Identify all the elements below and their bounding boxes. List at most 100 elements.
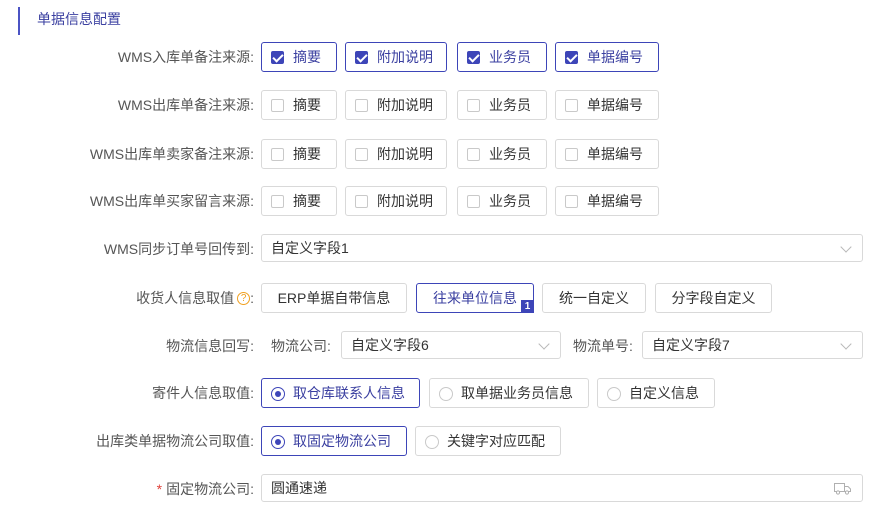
option-label: 业务员 [489,49,531,65]
fixed-logistics-company-row: * 固定物流公司: 圆通速递 [0,474,883,504]
button-label: 往来单位信息 [433,290,517,306]
wms-in-remark-option-docno[interactable]: 单据编号 [555,42,659,72]
logistics-company-label: 物流公司: [271,338,331,354]
checkbox-checked-icon [271,51,284,64]
wms-out-seller-remark-option-note[interactable]: 附加说明 [345,139,447,169]
checkbox-icon [355,195,368,208]
outbound-logistics-option-keyword[interactable]: 关键字对应匹配 [415,426,561,456]
checkbox-icon [467,195,480,208]
wms-out-buyer-msg-option-salesman[interactable]: 业务员 [457,186,547,216]
wms-out-remark-option-salesman[interactable]: 业务员 [457,90,547,120]
option-label: 取单据业务员信息 [461,385,573,401]
option-label: 业务员 [489,193,531,209]
radio-checked-icon [271,435,285,449]
option-label: 摘要 [293,146,321,162]
chevron-down-icon [840,241,852,253]
logistics-writeback-row: 物流信息回写: 物流公司: 自定义字段6 物流单号: 自定义字段7 [0,331,883,361]
tracking-number-select[interactable]: 自定义字段7 [642,331,863,359]
wms-sync-order-select[interactable]: 自定义字段1 [261,234,863,262]
option-label: 单据编号 [587,193,643,209]
option-label: 自定义信息 [629,385,699,401]
receiver-info-field-button[interactable]: 分字段自定义 [655,283,772,313]
receiver-info-row: 收货人信息取值?: ERP单据自带信息 往来单位信息 1 统一自定义 分字段自定义 [0,283,883,313]
wms-out-buyer-msg-option-summary[interactable]: 摘要 [261,186,337,216]
checkbox-icon [355,99,368,112]
option-label: 业务员 [489,146,531,162]
sender-info-row: 寄件人信息取值: 取仓库联系人信息 取单据业务员信息 自定义信息 [0,378,883,408]
wms-out-seller-remark-option-salesman[interactable]: 业务员 [457,139,547,169]
wms-out-seller-remark-option-docno[interactable]: 单据编号 [555,139,659,169]
checkbox-icon [565,148,578,161]
wms-out-seller-remark-row: WMS出库单卖家备注来源: 摘要 附加说明 业务员 单据编号 [0,139,883,169]
wms-out-seller-remark-option-summary[interactable]: 摘要 [261,139,337,169]
logistics-company-select[interactable]: 自定义字段6 [341,331,561,359]
option-label: 业务员 [489,97,531,113]
radio-icon [607,387,621,401]
truck-icon[interactable] [834,482,851,495]
wms-in-remark-option-summary[interactable]: 摘要 [261,42,337,72]
logistics-writeback-label: 物流信息回写: [166,338,254,354]
input-value: 圆通速递 [271,480,327,496]
option-label: 摘要 [293,193,321,209]
checkbox-icon [271,195,284,208]
checkbox-icon [565,195,578,208]
checkbox-checked-icon [467,51,480,64]
radio-icon [425,435,439,449]
checkbox-checked-icon [355,51,368,64]
selected-badge: 1 [521,300,534,313]
option-label: 附加说明 [377,49,433,65]
receiver-info-unified-button[interactable]: 统一自定义 [542,283,646,313]
question-circle-icon[interactable]: ? [237,291,251,305]
wms-out-buyer-msg-option-docno[interactable]: 单据编号 [555,186,659,216]
checkbox-checked-icon [565,51,578,64]
wms-sync-order-row: WMS同步订单号回传到: 自定义字段1 [0,234,883,264]
outbound-logistics-company-label: 出库类单据物流公司取值: [96,433,254,449]
option-label: 单据编号 [587,49,643,65]
option-label: 单据编号 [587,97,643,113]
wms-out-buyer-msg-option-note[interactable]: 附加说明 [345,186,447,216]
button-label: 分字段自定义 [671,290,756,306]
option-label: 取固定物流公司 [293,433,391,449]
checkbox-icon [467,99,480,112]
option-label: 附加说明 [377,97,433,113]
wms-out-remark-option-summary[interactable]: 摘要 [261,90,337,120]
wms-out-remark-option-note[interactable]: 附加说明 [345,90,447,120]
receiver-info-partner-button[interactable]: 往来单位信息 1 [416,283,534,313]
wms-in-remark-row: WMS入库单备注来源: 摘要 附加说明 业务员 单据编号 [0,42,883,72]
fixed-logistics-company-label: * 固定物流公司: [156,481,254,497]
receiver-info-erp-button[interactable]: ERP单据自带信息 [261,283,407,313]
option-label: 摘要 [293,49,321,65]
button-label: 统一自定义 [559,290,629,306]
radio-icon [439,387,453,401]
wms-out-remark-option-docno[interactable]: 单据编号 [555,90,659,120]
option-label: 取仓库联系人信息 [293,385,405,401]
chevron-down-icon [538,338,550,350]
tracking-number-label: 物流单号: [573,338,633,354]
section-title: 单据信息配置 [18,7,121,35]
checkbox-icon [355,148,368,161]
wms-out-buyer-msg-label: WMS出库单买家留言来源: [89,193,254,209]
wms-in-remark-option-salesman[interactable]: 业务员 [457,42,547,72]
wms-in-remark-option-note[interactable]: 附加说明 [345,42,447,72]
receiver-info-label: 收货人信息取值?: [136,290,254,306]
select-value: 自定义字段7 [652,337,730,353]
checkbox-icon [467,148,480,161]
wms-in-remark-label: WMS入库单备注来源: [117,49,254,65]
outbound-logistics-option-fixed[interactable]: 取固定物流公司 [261,426,407,456]
button-label: ERP单据自带信息 [277,290,391,306]
option-label: 单据编号 [587,146,643,162]
wms-out-remark-row: WMS出库单备注来源: 摘要 附加说明 业务员 单据编号 [0,90,883,120]
option-label: 关键字对应匹配 [447,433,545,449]
fixed-logistics-company-input[interactable]: 圆通速递 [261,474,863,502]
wms-out-buyer-msg-row: WMS出库单买家留言来源: 摘要 附加说明 业务员 单据编号 [0,186,883,216]
option-label: 附加说明 [377,146,433,162]
sender-info-option-salesman[interactable]: 取单据业务员信息 [429,378,589,408]
chevron-down-icon [840,338,852,350]
wms-out-seller-remark-label: WMS出库单卖家备注来源: [89,146,254,162]
checkbox-icon [271,148,284,161]
checkbox-icon [271,99,284,112]
sender-info-option-custom[interactable]: 自定义信息 [597,378,715,408]
option-label: 附加说明 [377,193,433,209]
sender-info-label: 寄件人信息取值: [152,385,254,401]
sender-info-option-warehouse[interactable]: 取仓库联系人信息 [261,378,420,408]
